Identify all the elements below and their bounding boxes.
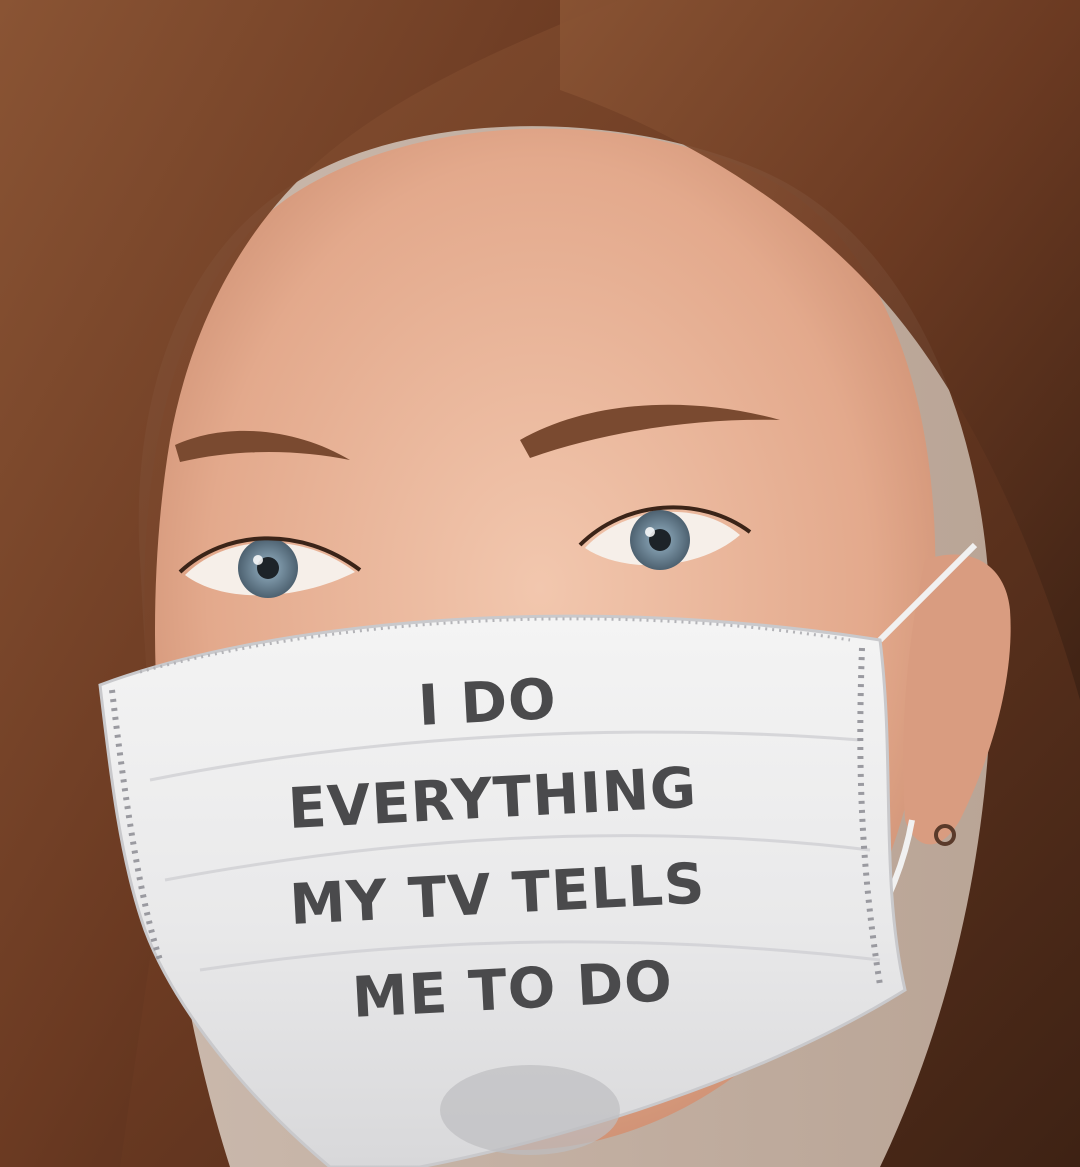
mask-print-image xyxy=(440,1065,620,1155)
photo: I DO EVERYTHING MY TV TELLS ME TO DO xyxy=(0,0,1080,1167)
mask-caption: I DO EVERYTHING MY TV TELLS ME TO DO xyxy=(150,637,849,1056)
